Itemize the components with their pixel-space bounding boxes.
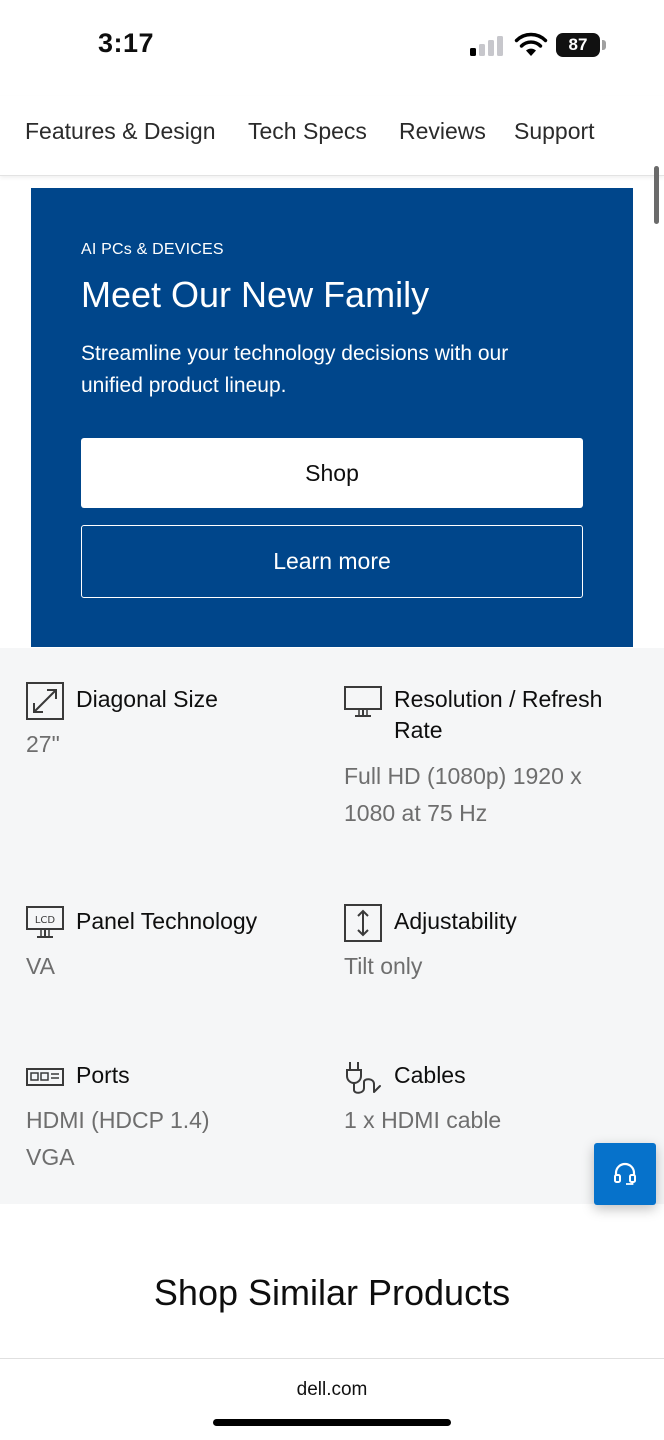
tab-reviews[interactable]: Reviews	[399, 118, 486, 145]
wifi-icon	[514, 32, 548, 56]
promo-banner: AI PCs & DEVICES Meet Our New Family Str…	[31, 188, 633, 647]
spec-value: 27"	[26, 731, 60, 757]
spec-panel-technology: LCD Panel Technology VA	[26, 904, 316, 1004]
spec-label: Diagonal Size	[76, 686, 218, 712]
spec-label: Ports	[76, 1062, 130, 1088]
shop-button[interactable]: Shop	[81, 438, 583, 508]
promo-eyebrow: AI PCs & DEVICES	[81, 241, 224, 258]
monitor-icon	[344, 686, 382, 717]
chat-support-button[interactable]	[594, 1143, 656, 1205]
spec-label: Resolution / Refresh Rate	[394, 686, 603, 743]
key-specs: Diagonal Size 27" Resolution / Refresh R…	[0, 648, 664, 1204]
tab-tech-specs[interactable]: Tech Specs	[248, 118, 367, 145]
spec-value: Tilt only	[344, 953, 423, 979]
cable-icon	[346, 1062, 381, 1094]
product-tabs: Features & Design Tech Specs Reviews Sup…	[0, 96, 664, 176]
promo-description: Streamline your technology decisions wit…	[81, 342, 509, 397]
spec-value: Full HD (1080p) 1920 x 1080 at 75 Hz	[344, 763, 582, 826]
scroll-indicator[interactable]	[654, 166, 659, 224]
ports-icon	[26, 1068, 64, 1086]
status-bar: 3:17 87	[0, 0, 664, 90]
spec-label: Adjustability	[394, 908, 517, 934]
spec-diagonal-size: Diagonal Size 27"	[26, 682, 316, 802]
spec-value-line: HDMI (HDCP 1.4)	[26, 1107, 210, 1133]
learn-more-button[interactable]: Learn more	[81, 525, 583, 598]
headset-icon	[614, 1162, 636, 1185]
url-label[interactable]: dell.com	[0, 1379, 664, 1401]
spec-adjustability: Adjustability Tilt only	[344, 904, 644, 1004]
svg-text:LCD: LCD	[35, 915, 56, 926]
promo-title: Meet Our New Family	[81, 274, 430, 315]
spec-resolution: Resolution / Refresh Rate Full HD (1080p…	[344, 682, 644, 862]
spec-label: Cables	[394, 1062, 466, 1088]
cellular-signal-icon	[470, 36, 506, 56]
spec-value: VA	[26, 953, 55, 979]
similar-products-heading: Shop Similar Products	[153, 1272, 511, 1313]
spec-label: Panel Technology	[76, 908, 258, 934]
status-time: 3:17	[98, 28, 155, 58]
tab-features-design[interactable]: Features & Design	[25, 118, 215, 145]
spec-ports: Ports HDMI (HDCP 1.4) VGA	[26, 1058, 316, 1198]
vertical-adjust-icon	[344, 904, 382, 942]
spec-value: 1 x HDMI cable	[344, 1107, 502, 1133]
battery-cap	[602, 40, 606, 50]
tab-support[interactable]: Support	[514, 118, 595, 145]
home-indicator[interactable]	[213, 1419, 451, 1426]
lcd-icon: LCD	[26, 906, 64, 938]
diagonal-arrows-icon	[26, 682, 64, 720]
spec-value-line: VGA	[26, 1144, 75, 1170]
browser-address-bar: dell.com	[0, 1358, 664, 1440]
battery-indicator: 87	[556, 33, 600, 57]
